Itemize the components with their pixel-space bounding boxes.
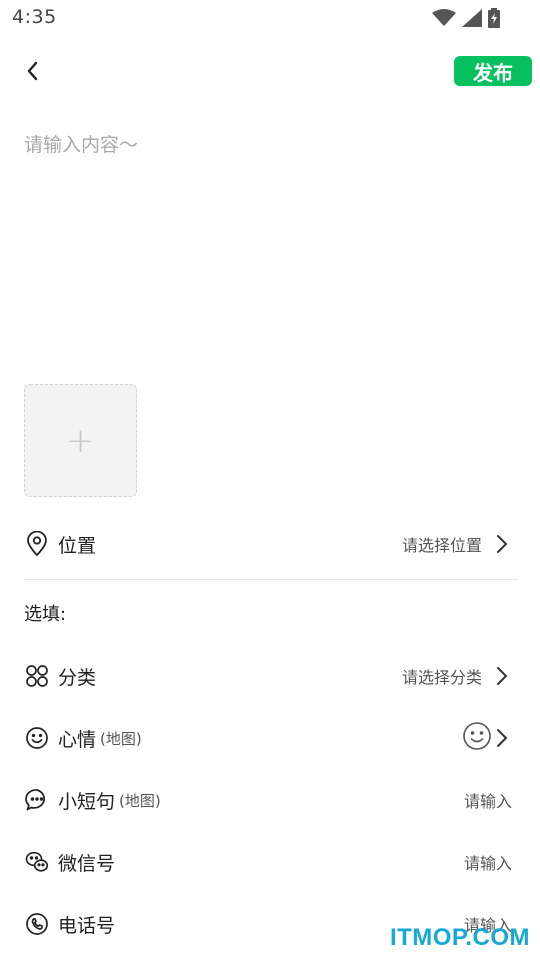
wechat-row[interactable]: 微信号 请输入 [24,842,518,882]
add-image-button[interactable]: + [24,384,137,497]
chevron-left-icon [25,60,39,86]
mood-sub: (地图) [100,729,142,748]
signal-icon [462,9,482,31]
content-input[interactable] [24,130,516,360]
category-row[interactable]: 分类 请选择分类 [24,656,518,696]
wifi-icon [432,9,456,31]
battery-icon [488,8,500,32]
plus-icon: + [66,420,95,461]
status-time: 4:35 [12,6,57,28]
category-value: 请选择分类 [401,668,482,687]
publish-button[interactable]: 发布 [454,56,532,86]
phone-icon [24,911,50,937]
divider [24,579,518,580]
mood-label: 心情 [58,728,97,751]
location-row[interactable]: 位置 请选择位置 [24,524,518,564]
back-button[interactable] [18,58,46,88]
chevron-right-icon [496,532,514,556]
chevron-right-icon [496,726,514,750]
short-sentence-row[interactable]: 小短句 (地图) 请输入 [24,780,518,820]
wechat-icon [24,849,50,875]
location-pin-icon [24,531,50,557]
category-label: 分类 [58,666,97,689]
wechat-label: 微信号 [58,852,116,875]
status-bar: 4:35 [0,0,540,38]
wechat-input[interactable]: 请输入 [464,850,512,874]
category-grid-icon [24,663,50,689]
short-sentence-input[interactable]: 请输入 [464,788,512,812]
chat-bubble-icon [24,787,50,813]
smiley-icon [24,725,50,751]
location-label: 位置 [58,534,97,557]
short-sentence-label: 小短句 [58,790,116,813]
location-value: 请选择位置 [401,536,482,555]
header: 发布 [0,50,540,96]
optional-section-title: 选填: [24,604,67,625]
mood-picker-icon [462,721,492,755]
watermark: ITMOP.COM [389,924,530,951]
phone-label: 电话号 [58,914,116,937]
short-sentence-sub: (地图) [119,791,161,810]
mood-row[interactable]: 心情 (地图) [24,718,518,758]
status-icons [432,8,500,32]
chevron-right-icon [496,664,514,688]
